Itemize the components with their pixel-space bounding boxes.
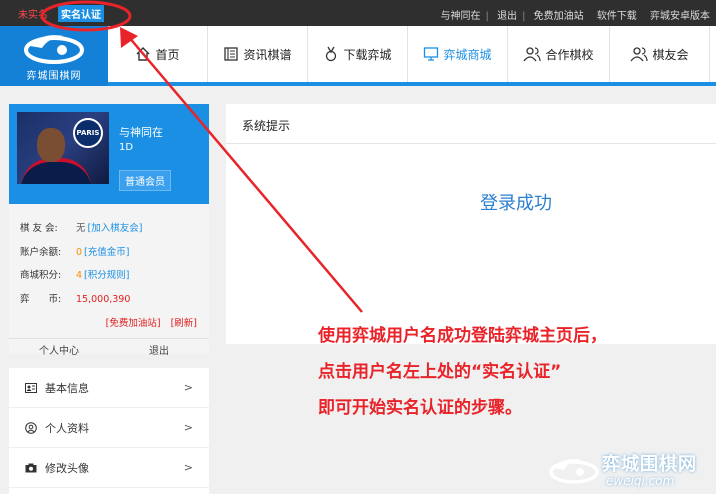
top-link-software-download[interactable]: 软件下载	[597, 11, 637, 22]
tab-personal-center[interactable]: 个人中心	[39, 342, 79, 357]
book-icon	[224, 47, 239, 61]
medal-icon	[326, 46, 337, 62]
club-row: 棋 友 会: 无 [加入棋友会]	[20, 223, 143, 234]
users-icon	[523, 47, 542, 62]
points-row: 商城积分: 4 [积分规则]	[20, 270, 130, 281]
annotation-line-1: 使用弈城用户名成功登陆弈城主页后，	[318, 326, 607, 346]
main-nav: 弈城围棋网 首页 资讯棋谱 下载弈城 弈城商城 合作棋校 棋友会	[0, 26, 716, 86]
tutorial-annotation: 使用弈城用户名成功登陆弈城主页后， 点击用户名左上处的“实名认证” 即可开始实名…	[318, 318, 607, 426]
recharge-link[interactable]: [充值金币]	[84, 247, 129, 258]
top-link-username[interactable]: 与神同在	[441, 11, 481, 22]
join-club-link[interactable]: [加入棋友会]	[88, 223, 143, 234]
account-info: 棋 友 会: 无 [加入棋友会] 账户余额: 0 [充值金币] 商城积分: 4 [积分规则]…	[9, 204, 209, 357]
nav-schools[interactable]: 合作棋校	[508, 26, 610, 82]
nav-club[interactable]: 棋友会	[610, 26, 710, 82]
login-success-message: 登录成功	[480, 193, 552, 214]
site-watermark: 弈城围棋网 eweiqi.com	[546, 448, 716, 494]
top-links: 与神同在 | 退出 | 免费加油站 软件下载 弈城安卓版本	[440, 11, 711, 22]
nav-download-label: 下载弈城	[343, 47, 392, 62]
user-circle-icon	[25, 421, 37, 434]
tab-logout[interactable]: 退出	[149, 342, 169, 357]
account-tabs: 个人中心 退出	[9, 338, 209, 357]
extra-links: [免费加油站] [刷新]	[106, 315, 197, 329]
top-bar: 未实名 实名认证 与神同在 | 退出 | 免费加油站 软件下载 弈城安卓版本	[0, 0, 716, 26]
profile-card: PARIS 与神同在 1D 普通会员	[9, 104, 209, 204]
watermark-logo-icon	[549, 459, 599, 484]
nav-download[interactable]: 下载弈城	[308, 26, 408, 82]
home-icon	[136, 47, 150, 61]
chevron-right-icon: >	[183, 381, 193, 394]
top-link-android[interactable]: 弈城安卓版本	[650, 11, 710, 22]
system-notice-panel: 系统提示 登录成功	[226, 104, 716, 344]
unverified-label: 未实名	[18, 10, 48, 21]
profile-username: 与神同在	[119, 126, 163, 139]
chevron-right-icon: >	[183, 421, 193, 434]
panel-title: 系统提示	[226, 104, 716, 144]
nav-news[interactable]: 资讯棋谱	[208, 26, 308, 82]
points-rules-link[interactable]: [积分规则]	[84, 270, 129, 281]
nav-home[interactable]: 首页	[108, 26, 208, 82]
logo-text: 弈城围棋网	[26, 71, 82, 82]
id-card-icon	[25, 382, 37, 393]
menu-change-avatar[interactable]: 修改头像 >	[9, 448, 209, 488]
site-logo[interactable]: 弈城围棋网	[0, 26, 108, 86]
membership-badge: 普通会员	[119, 170, 171, 191]
balance-row: 账户余额: 0 [充值金币]	[20, 247, 130, 258]
profile-rank: 1D	[119, 142, 134, 153]
avatar[interactable]: PARIS	[17, 112, 109, 184]
top-link-logout[interactable]: 退出	[497, 11, 517, 22]
psg-badge-icon: PARIS	[73, 118, 103, 148]
logo-swirl-icon	[24, 35, 84, 64]
nav-news-label: 资讯棋谱	[243, 47, 292, 62]
watermark-en: eweiqi.com	[606, 474, 675, 488]
chevron-right-icon: >	[183, 461, 193, 474]
side-menu: 基本信息 > 个人资料 > 修改头像 >	[9, 368, 209, 494]
coins-row: 弈 币: 15,000,390	[20, 294, 131, 305]
menu-basic-info[interactable]: 基本信息 >	[9, 368, 209, 408]
nav-shop-label: 弈城商城	[443, 47, 492, 62]
nav-home-label: 首页	[155, 47, 180, 62]
real-name-verify-button[interactable]: 实名认证	[58, 5, 104, 22]
annotation-line-2: 点击用户名左上处的“实名认证”	[318, 362, 562, 382]
top-link-free-station[interactable]: 免费加油站	[534, 11, 584, 22]
watermark-cn: 弈城围棋网	[602, 454, 697, 475]
camera-icon	[25, 463, 37, 472]
refresh-link[interactable]: [刷新]	[171, 318, 197, 329]
menu-personal-profile[interactable]: 个人资料 >	[9, 408, 209, 448]
nav-club-label: 棋友会	[652, 47, 689, 62]
nav-shop[interactable]: 弈城商城	[408, 26, 508, 82]
annotation-line-3: 即可开始实名认证的步骤。	[318, 398, 522, 418]
nav-schools-label: 合作棋校	[545, 47, 594, 62]
monitor-icon	[424, 47, 439, 61]
free-station-link[interactable]: [免费加油站]	[106, 318, 161, 329]
user-group-icon	[630, 47, 649, 62]
